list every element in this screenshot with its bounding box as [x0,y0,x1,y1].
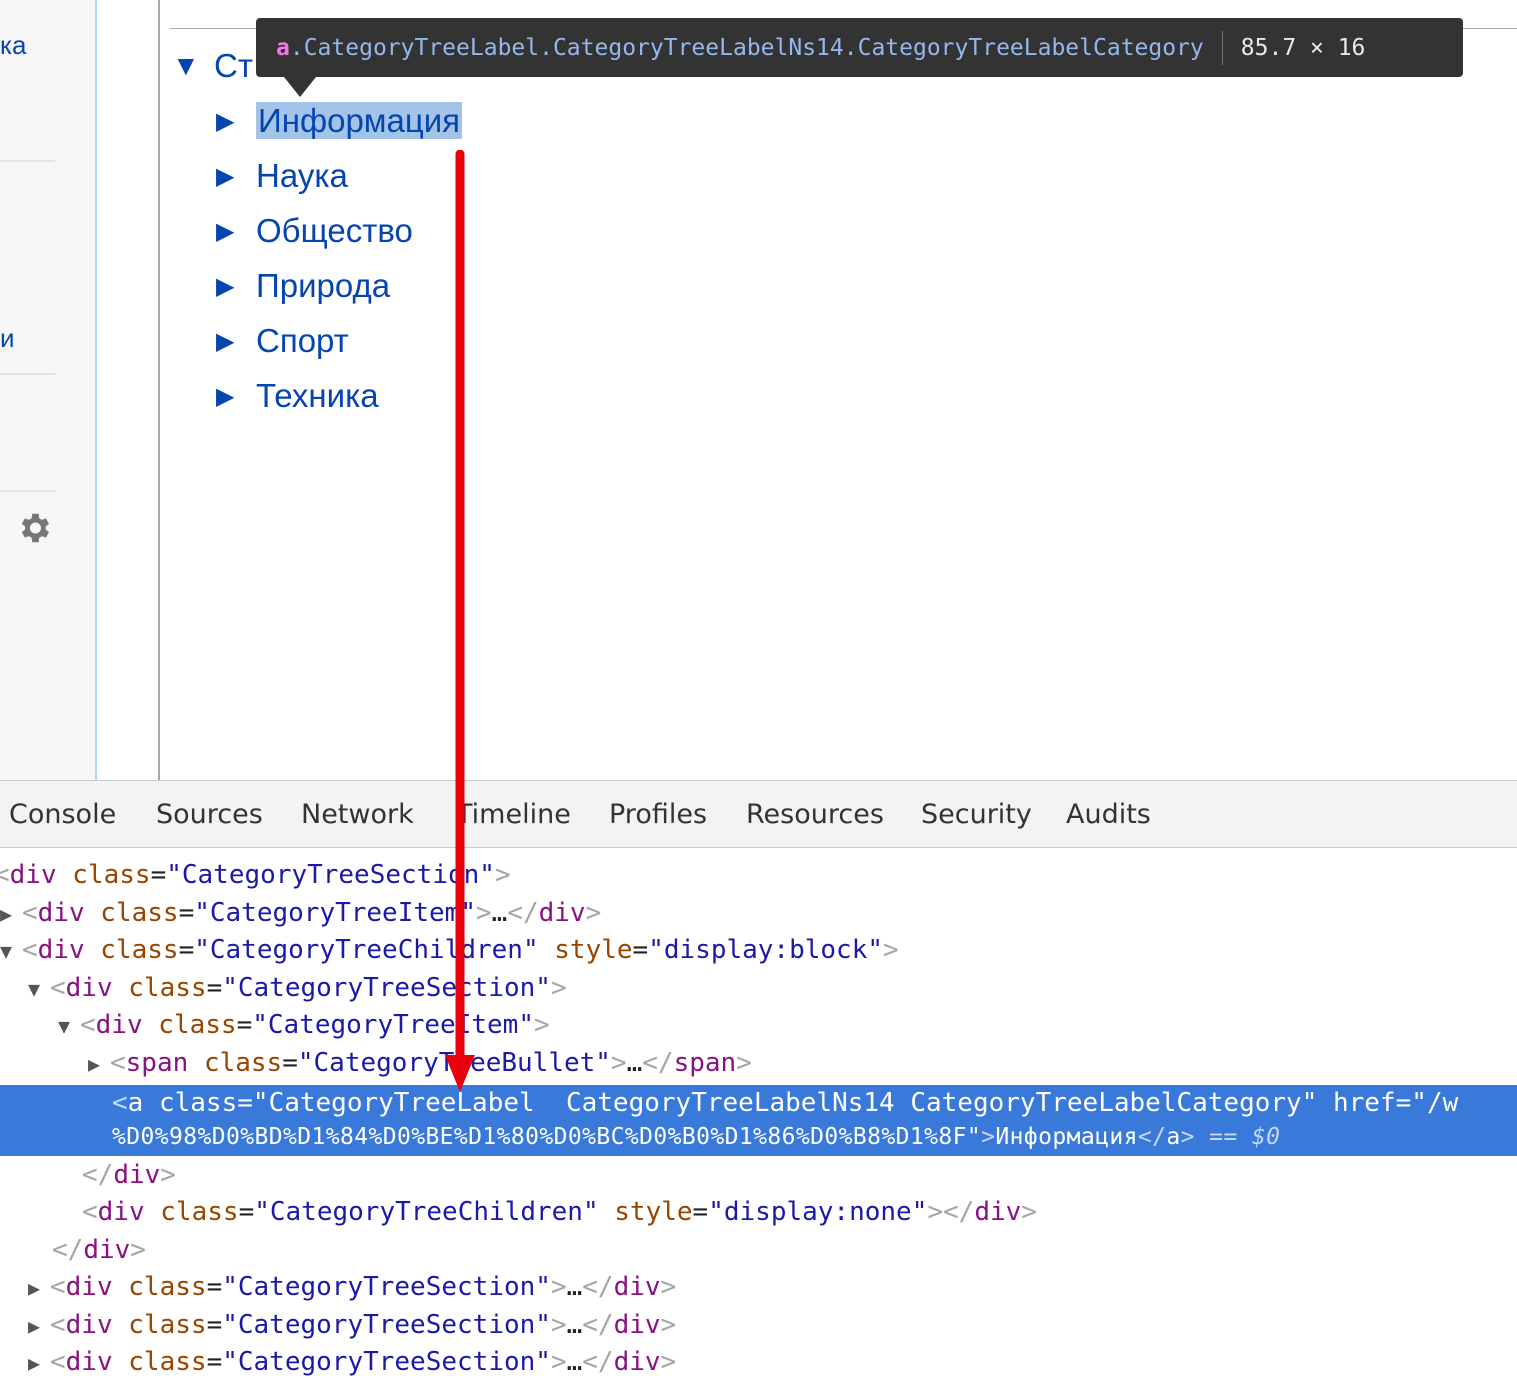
dom-node-line[interactable]: ▶ <span class="CategoryTreeBullet">…</spa… [88,1045,752,1082]
inspect-element-tooltip: a .CategoryTreeLabel.CategoryTreeLabelNs1… [256,18,1463,77]
devtools-tab-bar: Console Sources Network Timeline Profile… [0,781,1517,848]
collapsed-triangle-icon[interactable]: ▶ [216,157,256,197]
dom-node-line[interactable]: ▼ <div class="CategoryTreeSection"> [28,970,567,1007]
category-tree-item[interactable]: ▶ Техника [216,376,379,417]
dom-node-line[interactable]: ▶ <div class="CategoryTreeSection">…</div… [28,1344,676,1381]
tooltip-separator [1221,30,1223,65]
sidebar-partial-link[interactable]: ка [0,30,26,61]
collapsed-triangle-icon[interactable]: ▶ [216,102,256,142]
content-border [158,0,160,780]
devtools-panel: Console Sources Network Timeline Profile… [0,780,1517,1389]
dom-node-line[interactable]: ▶ <div class="CategoryTreeItem">…</div> [0,895,601,932]
gear-icon[interactable] [15,509,53,547]
dom-node-line[interactable]: </div> [52,1232,146,1269]
dom-node-line[interactable]: ▼ <div class="CategoryTreeItem"> [58,1007,550,1044]
collapsed-triangle-icon[interactable]: ▶ [28,1308,50,1345]
collapsed-triangle-icon[interactable]: ▶ [216,212,256,252]
dom-node-line[interactable]: ▶ <div class="CategoryTreeSection">…</div… [28,1269,676,1306]
tooltip-dimensions: 85.7 × 16 [1240,34,1366,61]
tab-console[interactable]: Console [9,799,116,830]
console-ref-marker: == $0 [1209,1124,1281,1150]
collapsed-triangle-icon[interactable]: ▶ [28,1345,50,1382]
dom-node-line[interactable]: ▼ <div class="CategoryTreeChildren" style… [0,932,899,969]
category-link-obshchestvo[interactable]: Общество [256,212,413,249]
category-tree-item[interactable]: ▶ Спорт [216,321,349,362]
tree-root-label[interactable]: Ст [214,47,253,84]
collapsed-triangle-icon[interactable]: ▶ [216,377,256,417]
category-link-sport[interactable]: Спорт [256,322,349,359]
tab-security[interactable]: Security [921,799,1032,830]
tooltip-pointer [284,77,316,97]
tab-audits[interactable]: Audits [1066,799,1151,830]
category-link-tekhnika[interactable]: Техника [256,377,379,414]
category-link-informatsiya[interactable]: Информация [256,102,463,139]
expanded-triangle-icon[interactable]: ▼ [172,46,214,86]
sidebar-partial-link[interactable]: и [0,323,15,354]
selected-dom-node[interactable]: <a class="CategoryTreeLabel CategoryTree… [0,1085,1517,1156]
category-link-nauka[interactable]: Наука [256,157,348,194]
dom-node-line[interactable]: ▶ <div class="CategoryTreeSection">…</div… [28,1307,676,1344]
sidebar-divider [0,373,55,375]
category-tree-item[interactable]: ▶ Наука [216,156,348,197]
dom-node-line[interactable]: <div class="CategoryTreeSection"> [0,857,511,894]
collapsed-triangle-icon[interactable]: ▶ [0,896,22,933]
tab-timeline[interactable]: Timeline [456,799,571,830]
tooltip-tag-name: a [276,34,290,61]
tab-network[interactable]: Network [301,799,414,830]
category-tree-item[interactable]: ▶ Общество [216,211,413,252]
expanded-triangle-icon[interactable]: ▼ [28,971,50,1008]
sidebar-divider [0,160,55,162]
tab-resources[interactable]: Resources [746,799,884,830]
expanded-triangle-icon[interactable]: ▼ [58,1008,80,1045]
dom-node-line[interactable]: </div> [82,1157,176,1194]
sidebar-divider [0,490,55,492]
collapsed-triangle-icon[interactable]: ▶ [216,322,256,362]
category-link-priroda[interactable]: Природа [256,267,390,304]
selected-node-line-2: %D0%98%D0%BD%D1%84%D0%BE%D1%80%D0%BC%D0%… [112,1124,1281,1150]
tab-sources[interactable]: Sources [156,799,263,830]
category-tree-root[interactable]: ▼ Ст [172,46,253,86]
selected-node-line-1: <a class="CategoryTreeLabel CategoryTree… [112,1088,1459,1118]
left-sidebar: ка и [0,0,97,780]
collapsed-triangle-icon[interactable]: ▶ [28,1270,50,1307]
page-viewport: ка и ▼ Ст ▶ Информация ▶ Наука ▶ Общество ▶ П… [0,0,1517,780]
tooltip-class-list: .CategoryTreeLabel.CategoryTreeLabelNs14… [289,34,1204,61]
category-tree-item[interactable]: ▶ Природа [216,266,390,307]
elements-tree: <div class="CategoryTreeSection"> ▶ <div … [0,849,1517,1389]
collapsed-triangle-icon[interactable]: ▶ [216,267,256,307]
tab-profiles[interactable]: Profiles [609,799,707,830]
category-tree-item[interactable]: ▶ Информация [216,101,463,142]
collapsed-triangle-icon[interactable]: ▶ [88,1046,110,1083]
expanded-triangle-icon[interactable]: ▼ [0,933,22,970]
dom-node-line[interactable]: <div class="CategoryTreeChildren" style=… [82,1194,1037,1231]
